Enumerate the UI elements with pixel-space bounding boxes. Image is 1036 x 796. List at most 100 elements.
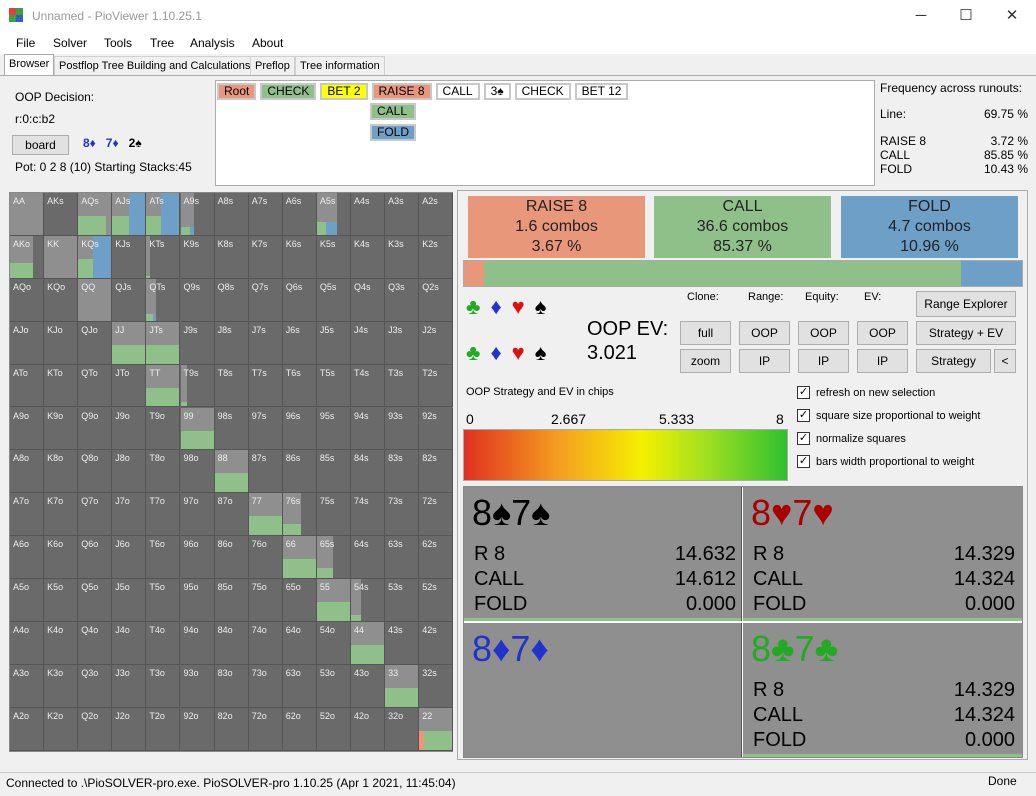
tab-postflop[interactable]: Postflop Tree Building and Calculations bbox=[54, 56, 256, 76]
range-cell[interactable]: K9o bbox=[44, 407, 79, 451]
range-cell[interactable]: A5o bbox=[10, 579, 45, 622]
range-cell[interactable]: K3s bbox=[385, 235, 420, 279]
range-cell[interactable]: T3s bbox=[385, 364, 420, 408]
range-cell[interactable]: A6o bbox=[10, 536, 45, 580]
maximize-button[interactable]: ☐ bbox=[943, 0, 989, 32]
range-cell[interactable]: A5s bbox=[316, 193, 351, 236]
range-cell[interactable]: A4o bbox=[10, 622, 45, 665]
range-cell[interactable]: J6o bbox=[112, 536, 147, 580]
range-cell[interactable]: 83s bbox=[385, 450, 420, 494]
range-cell[interactable]: J4o bbox=[112, 622, 147, 665]
range-cell[interactable]: J2s bbox=[419, 321, 454, 365]
range-cell[interactable]: AKo bbox=[10, 235, 45, 279]
range-cell[interactable]: 76s bbox=[282, 493, 317, 537]
range-cell[interactable]: T5o bbox=[146, 579, 181, 622]
range-cell[interactable]: A2s bbox=[419, 193, 454, 236]
range-cell[interactable]: 84s bbox=[351, 450, 386, 494]
range-cell[interactable]: 96s bbox=[282, 407, 317, 451]
range-cell[interactable]: QTs bbox=[146, 278, 181, 322]
range-cell[interactable]: AJs bbox=[112, 193, 147, 236]
range-cell[interactable]: 32o bbox=[385, 707, 420, 751]
range-cell[interactable]: 52s bbox=[419, 579, 454, 622]
range-cell[interactable]: J6s bbox=[282, 321, 317, 365]
sub-action-call[interactable]: CALL bbox=[370, 103, 416, 120]
range-cell[interactable]: A6s bbox=[282, 193, 317, 236]
line-action-call[interactable]: CALL bbox=[435, 83, 480, 100]
range-cell[interactable]: 72s bbox=[419, 493, 454, 537]
range-cell[interactable]: J5s bbox=[316, 321, 351, 365]
range-cell[interactable]: A3s bbox=[385, 193, 420, 236]
range-cell[interactable]: T8o bbox=[146, 450, 181, 494]
menu-tree[interactable]: Tree bbox=[150, 36, 174, 50]
range-cell[interactable]: 75o bbox=[248, 579, 283, 622]
checkbox-refresh[interactable]: ✓ refresh on new selection bbox=[797, 386, 935, 399]
range-cell[interactable]: Q2o bbox=[78, 707, 113, 751]
range-cell[interactable]: Q8o bbox=[78, 450, 113, 494]
range-cell[interactable]: 54o bbox=[316, 622, 351, 665]
range-cell[interactable]: Q5o bbox=[78, 579, 113, 622]
range-cell[interactable]: 42o bbox=[351, 707, 386, 751]
range-cell[interactable]: ATo bbox=[10, 364, 45, 408]
range-cell[interactable]: 44 bbox=[351, 622, 386, 665]
range-cell[interactable]: Q7o bbox=[78, 493, 113, 537]
line-action-bet-12[interactable]: BET 12 bbox=[574, 83, 629, 100]
range-cell[interactable]: Q4o bbox=[78, 622, 113, 665]
range-cell[interactable]: 73s bbox=[385, 493, 420, 537]
range-cell[interactable]: 82s bbox=[419, 450, 454, 494]
line-action-check[interactable]: CHECK bbox=[260, 83, 317, 100]
range-cell[interactable]: K4o bbox=[44, 622, 79, 665]
range-cell[interactable]: K7s bbox=[248, 235, 283, 279]
line-action-bet-2[interactable]: BET 2 bbox=[320, 83, 368, 100]
range-cell[interactable]: KTs bbox=[146, 235, 181, 279]
checkbox-square-size[interactable]: ✓ square size proportional to weight bbox=[797, 409, 980, 422]
range-cell[interactable]: J5o bbox=[112, 579, 147, 622]
range-cell[interactable]: 22 bbox=[419, 707, 454, 751]
range-cell[interactable]: A8s bbox=[214, 193, 249, 236]
range-cell[interactable]: K2o bbox=[44, 707, 79, 751]
range-cell[interactable]: A9o bbox=[10, 407, 45, 451]
range-cell[interactable]: J7s bbox=[248, 321, 283, 365]
range-cell[interactable]: Q8s bbox=[214, 278, 249, 322]
tab-preflop[interactable]: Preflop bbox=[250, 56, 295, 76]
range-cell[interactable]: Q6o bbox=[78, 536, 113, 580]
close-button[interactable]: ✕ bbox=[989, 0, 1035, 32]
range-cell[interactable]: 65o bbox=[282, 579, 317, 622]
range-cell[interactable]: 76o bbox=[248, 536, 283, 580]
range-cell[interactable]: T8s bbox=[214, 364, 249, 408]
range-cell[interactable]: T3o bbox=[146, 664, 181, 708]
range-cell[interactable]: Q5s bbox=[316, 278, 351, 322]
range-cell[interactable]: A3o bbox=[10, 664, 45, 708]
range-cell[interactable]: A8o bbox=[10, 450, 45, 494]
clone-zoom-button[interactable]: zoom bbox=[680, 349, 731, 373]
range-cell[interactable]: 43o bbox=[351, 664, 386, 708]
minimize-button[interactable]: ─ bbox=[898, 0, 944, 32]
range-cell[interactable]: K6s bbox=[282, 235, 317, 279]
range-cell[interactable]: Q3s bbox=[385, 278, 420, 322]
menu-about[interactable]: About bbox=[252, 36, 283, 50]
suit-filter-diamond-icon[interactable]: ♦ bbox=[490, 340, 501, 366]
range-cell[interactable]: Q6s bbox=[282, 278, 317, 322]
range-cell[interactable]: J9o bbox=[112, 407, 147, 451]
range-cell[interactable]: 53s bbox=[385, 579, 420, 622]
range-cell[interactable]: K3o bbox=[44, 664, 79, 708]
range-cell[interactable]: T5s bbox=[316, 364, 351, 408]
range-cell[interactable]: 97s bbox=[248, 407, 283, 451]
checkbox-box[interactable]: ✓ bbox=[797, 432, 810, 445]
range-cell[interactable]: K7o bbox=[44, 493, 79, 537]
range-cell[interactable]: AKs bbox=[44, 193, 79, 236]
range-cell[interactable]: Q9o bbox=[78, 407, 113, 451]
range-cell[interactable]: JTs bbox=[146, 321, 181, 365]
range-cell[interactable]: K2s bbox=[419, 235, 454, 279]
range-cell[interactable]: 95o bbox=[180, 579, 215, 622]
tab-tree-information[interactable]: Tree information bbox=[295, 56, 385, 76]
range-cell[interactable]: A7s bbox=[248, 193, 283, 236]
range-cell[interactable]: 87s bbox=[248, 450, 283, 494]
hand-card[interactable]: 8♠7♠ R 8 14.632 CALL 14.612 FOLD 0.000 bbox=[464, 487, 742, 621]
ev-oop-button[interactable]: OOP bbox=[857, 321, 908, 345]
range-cell[interactable]: T2s bbox=[419, 364, 454, 408]
tab-browser[interactable]: Browser bbox=[4, 54, 55, 76]
suit-filter-heart-icon[interactable]: ♥ bbox=[512, 340, 525, 366]
range-cell[interactable]: A2o bbox=[10, 707, 45, 751]
range-cell[interactable]: 33 bbox=[385, 664, 420, 708]
range-cell[interactable]: 55 bbox=[316, 579, 351, 622]
